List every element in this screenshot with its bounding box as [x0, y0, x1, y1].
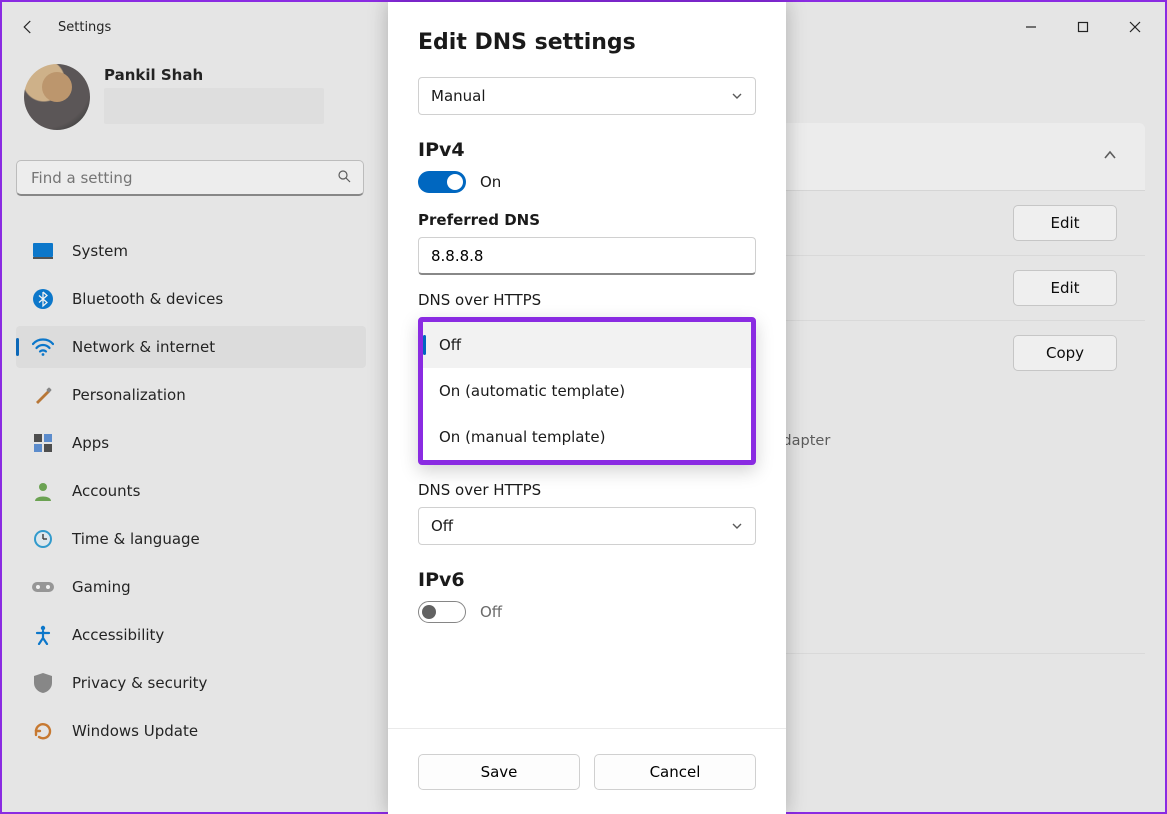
dns-mode-value: Manual	[431, 87, 486, 105]
ipv6-toggle[interactable]	[418, 601, 466, 623]
doh2-label: DNS over HTTPS	[418, 481, 756, 499]
save-button[interactable]: Save	[418, 754, 580, 790]
preferred-dns-label: Preferred DNS	[418, 211, 756, 229]
edit-dns-modal: Edit DNS settings Manual IPv4 On Preferr…	[388, 2, 786, 814]
chevron-down-icon	[731, 90, 743, 102]
modal-title: Edit DNS settings	[418, 30, 756, 55]
doh-option-auto[interactable]: On (automatic template)	[423, 368, 751, 414]
ipv6-heading: IPv6	[418, 569, 756, 591]
ipv4-heading: IPv4	[418, 139, 756, 161]
chevron-down-icon	[731, 520, 743, 532]
doh-option-manual[interactable]: On (manual template)	[423, 414, 751, 460]
cancel-button[interactable]: Cancel	[594, 754, 756, 790]
dns-mode-select[interactable]: Manual	[418, 77, 756, 115]
ipv4-toggle[interactable]	[418, 171, 466, 193]
doh2-value: Off	[431, 517, 453, 535]
preferred-dns-input[interactable]	[418, 237, 756, 275]
doh-dropdown-open: Off On (automatic template) On (manual t…	[418, 317, 756, 465]
doh2-select[interactable]: Off	[418, 507, 756, 545]
ipv6-toggle-label: Off	[480, 603, 502, 621]
doh-label: DNS over HTTPS	[418, 291, 756, 309]
doh-option-off[interactable]: Off	[423, 322, 751, 368]
modal-footer: Save Cancel	[388, 728, 786, 814]
ipv4-toggle-label: On	[480, 173, 501, 191]
